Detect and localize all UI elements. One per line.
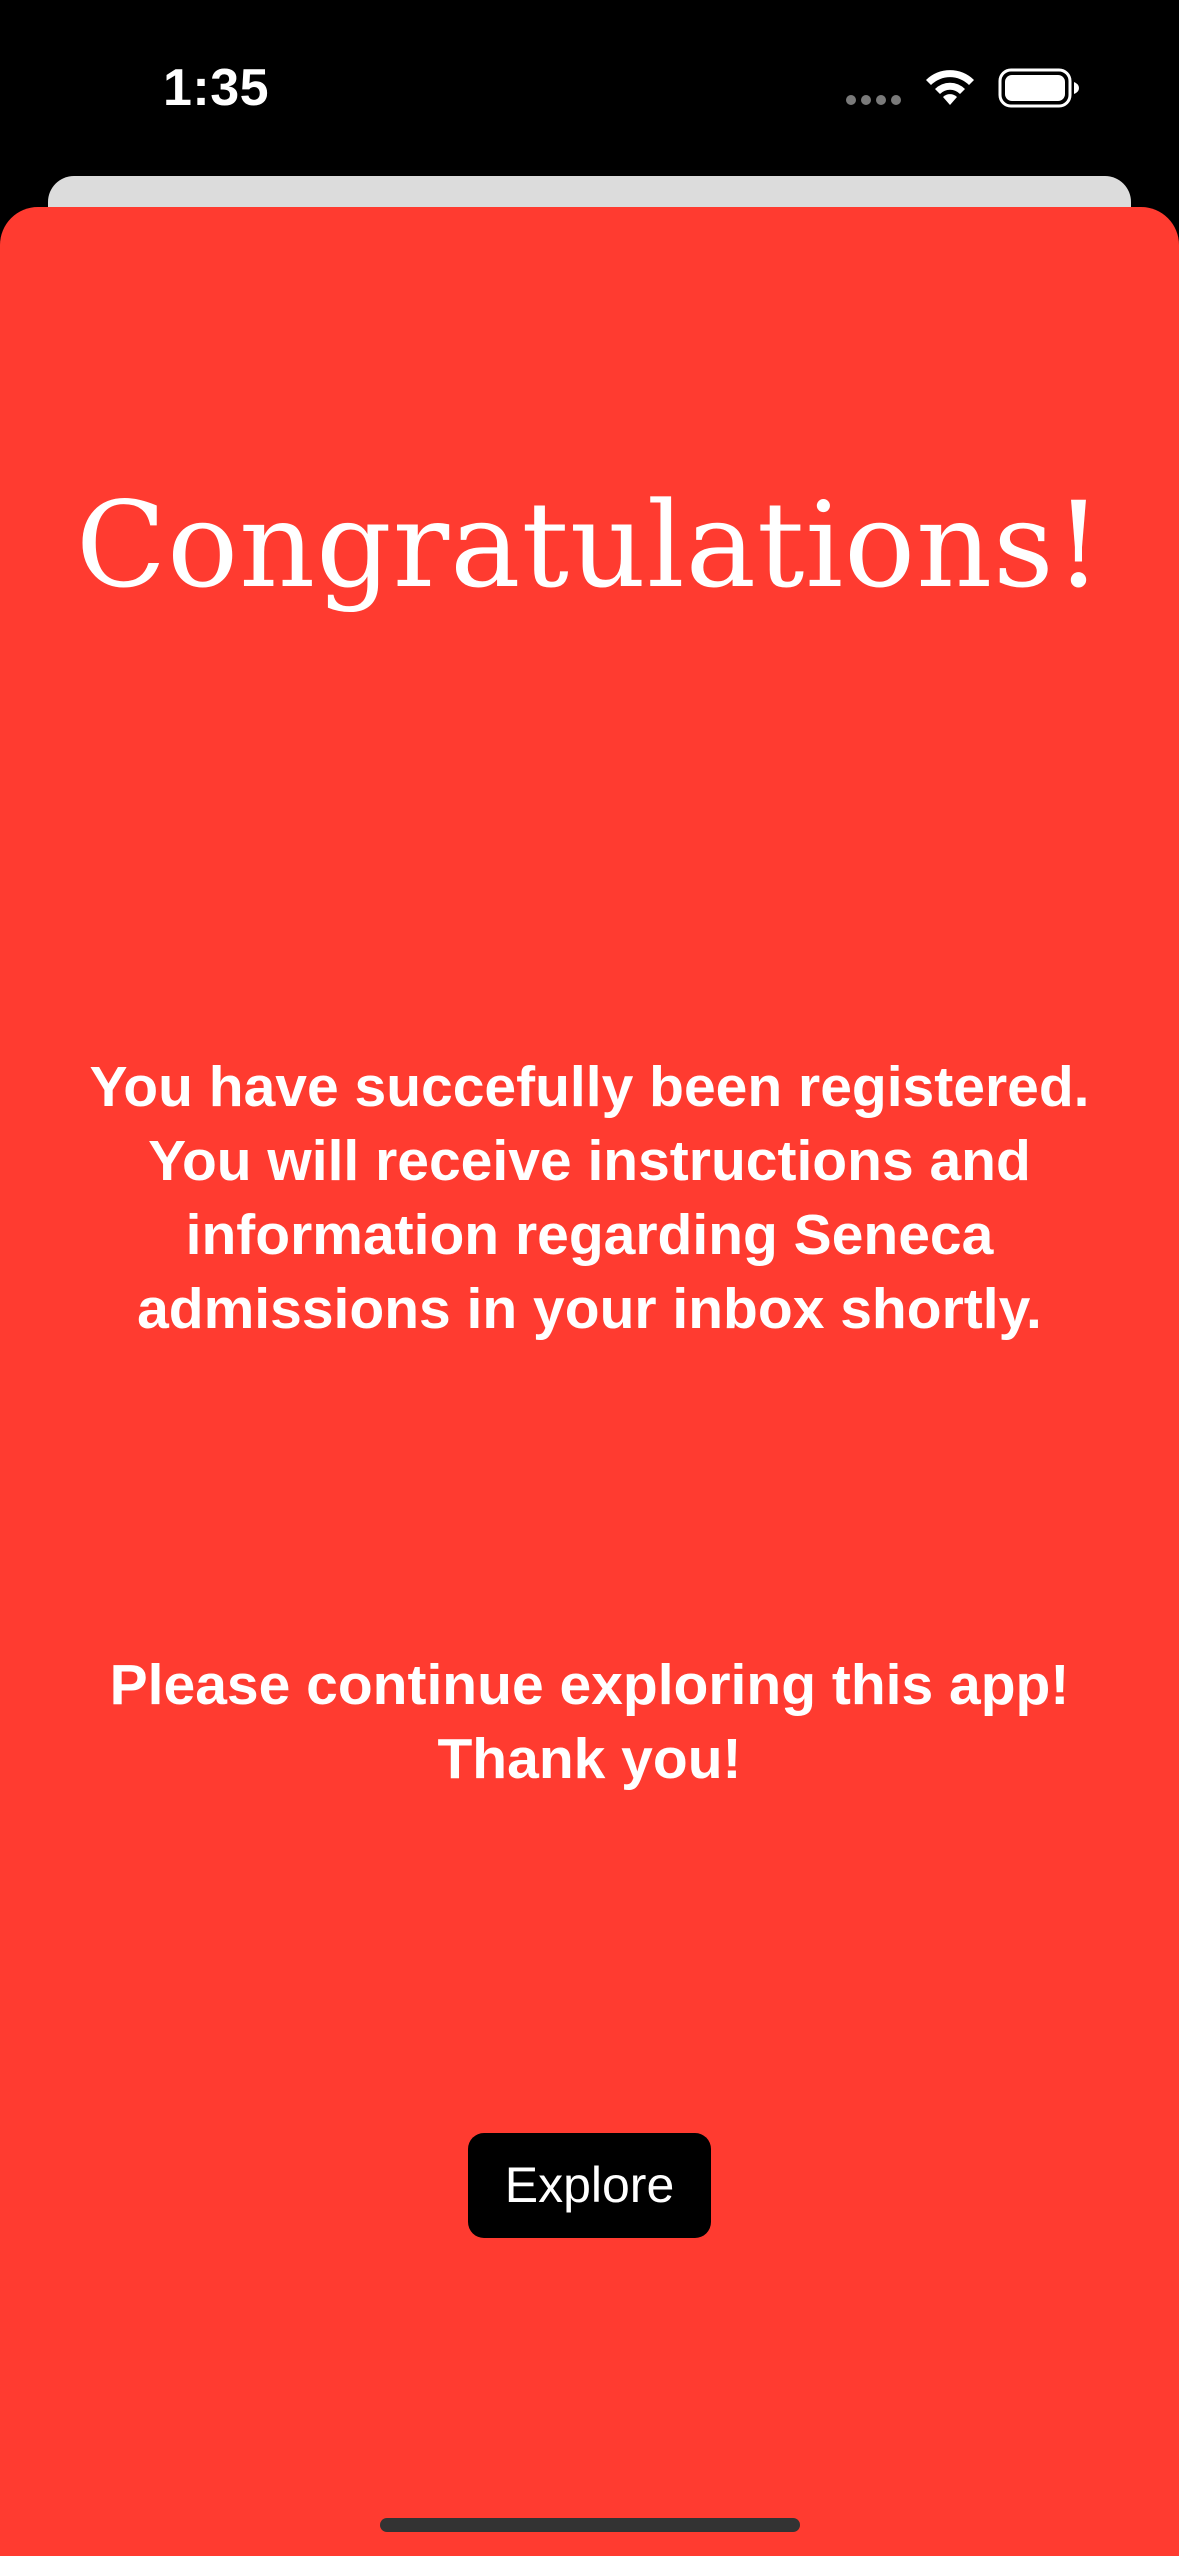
registration-message: You have succefully been registered. You… — [89, 1055, 1090, 1341]
closing-message: Please continue exploring this app! Than… — [109, 1653, 1070, 1791]
battery-icon — [998, 68, 1079, 108]
status-bar: 1:35 — [0, 0, 1179, 175]
wifi-icon — [926, 70, 974, 105]
status-time: 1:35 — [163, 59, 270, 117]
page-title: Congratulations! — [75, 476, 1104, 614]
registration-confirmation-screen: 1:35 Congratulations! You have succefull… — [0, 0, 1179, 2556]
cellular-signal-icon — [846, 95, 902, 105]
explore-button[interactable]: Explore — [468, 2133, 711, 2238]
home-indicator[interactable] — [380, 2518, 800, 2532]
